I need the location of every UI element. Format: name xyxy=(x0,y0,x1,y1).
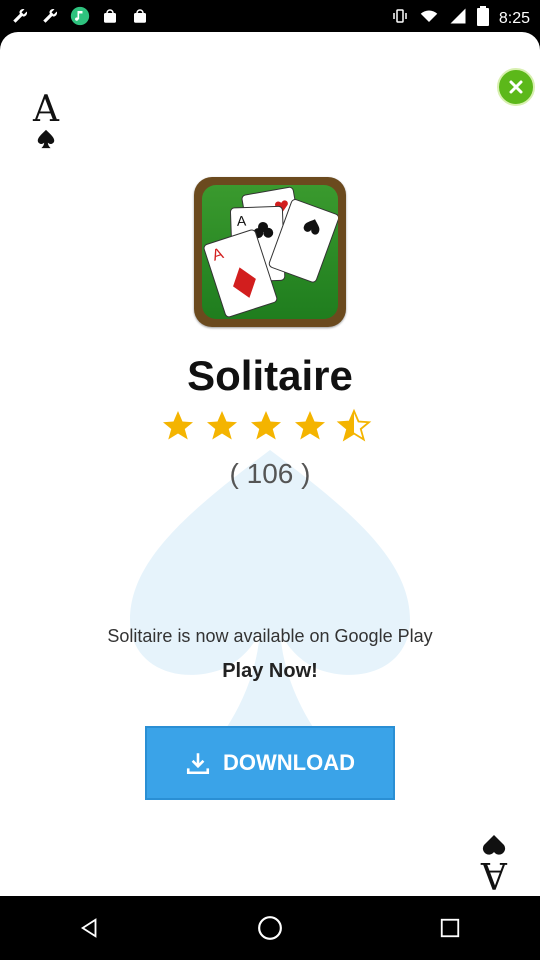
back-icon[interactable] xyxy=(70,908,110,948)
half-star-icon xyxy=(336,408,372,442)
navigation-bar xyxy=(0,896,540,960)
spade-watermark-icon xyxy=(130,450,410,730)
heart-icon xyxy=(482,835,506,855)
rating-stars xyxy=(160,408,380,446)
star-icon xyxy=(251,411,281,440)
star-icon xyxy=(163,411,193,440)
svg-text:A: A xyxy=(237,213,248,229)
wrench-icon xyxy=(40,6,60,26)
star-icon xyxy=(295,411,325,440)
download-button[interactable]: DOWNLOAD xyxy=(145,726,395,800)
close-icon xyxy=(509,80,523,94)
corner-ace-bottom: A xyxy=(470,822,518,895)
clock-time: 8:25 xyxy=(498,9,530,27)
bag-icon xyxy=(100,6,120,26)
download-label: DOWNLOAD xyxy=(223,750,355,775)
playing-cards-icon: A A xyxy=(203,186,338,318)
home-icon[interactable] xyxy=(250,908,290,948)
star-icon xyxy=(207,411,237,440)
notification-icons xyxy=(10,6,150,26)
close-button[interactable] xyxy=(497,68,535,106)
status-bar: 8:25 xyxy=(0,0,540,32)
corner-letter: A xyxy=(33,89,59,130)
corner-ace-top: A xyxy=(22,92,70,162)
wrench-icon xyxy=(10,6,30,26)
system-icons: 8:25 xyxy=(391,6,530,31)
solitaire-app-icon: A A xyxy=(194,177,346,327)
recents-icon[interactable] xyxy=(430,908,470,948)
play-now-text: Play Now! xyxy=(222,660,318,682)
music-icon xyxy=(70,6,90,26)
signal-icon xyxy=(449,7,467,30)
ad-card: A A A A Solitaire (106) Solitaire is n… xyxy=(0,32,540,896)
corner-letter: A xyxy=(481,854,507,895)
rating-count: ( 106 ) xyxy=(229,458,311,489)
ad-description: Solitaire is now available on Google Pla… xyxy=(107,626,433,646)
battery-icon xyxy=(476,6,489,31)
spade-icon xyxy=(37,129,55,149)
wifi-icon xyxy=(419,7,439,30)
app-title: Solitaire xyxy=(187,352,353,399)
vibrate-icon xyxy=(391,7,409,30)
bag-icon xyxy=(130,6,150,26)
download-icon xyxy=(186,753,210,775)
